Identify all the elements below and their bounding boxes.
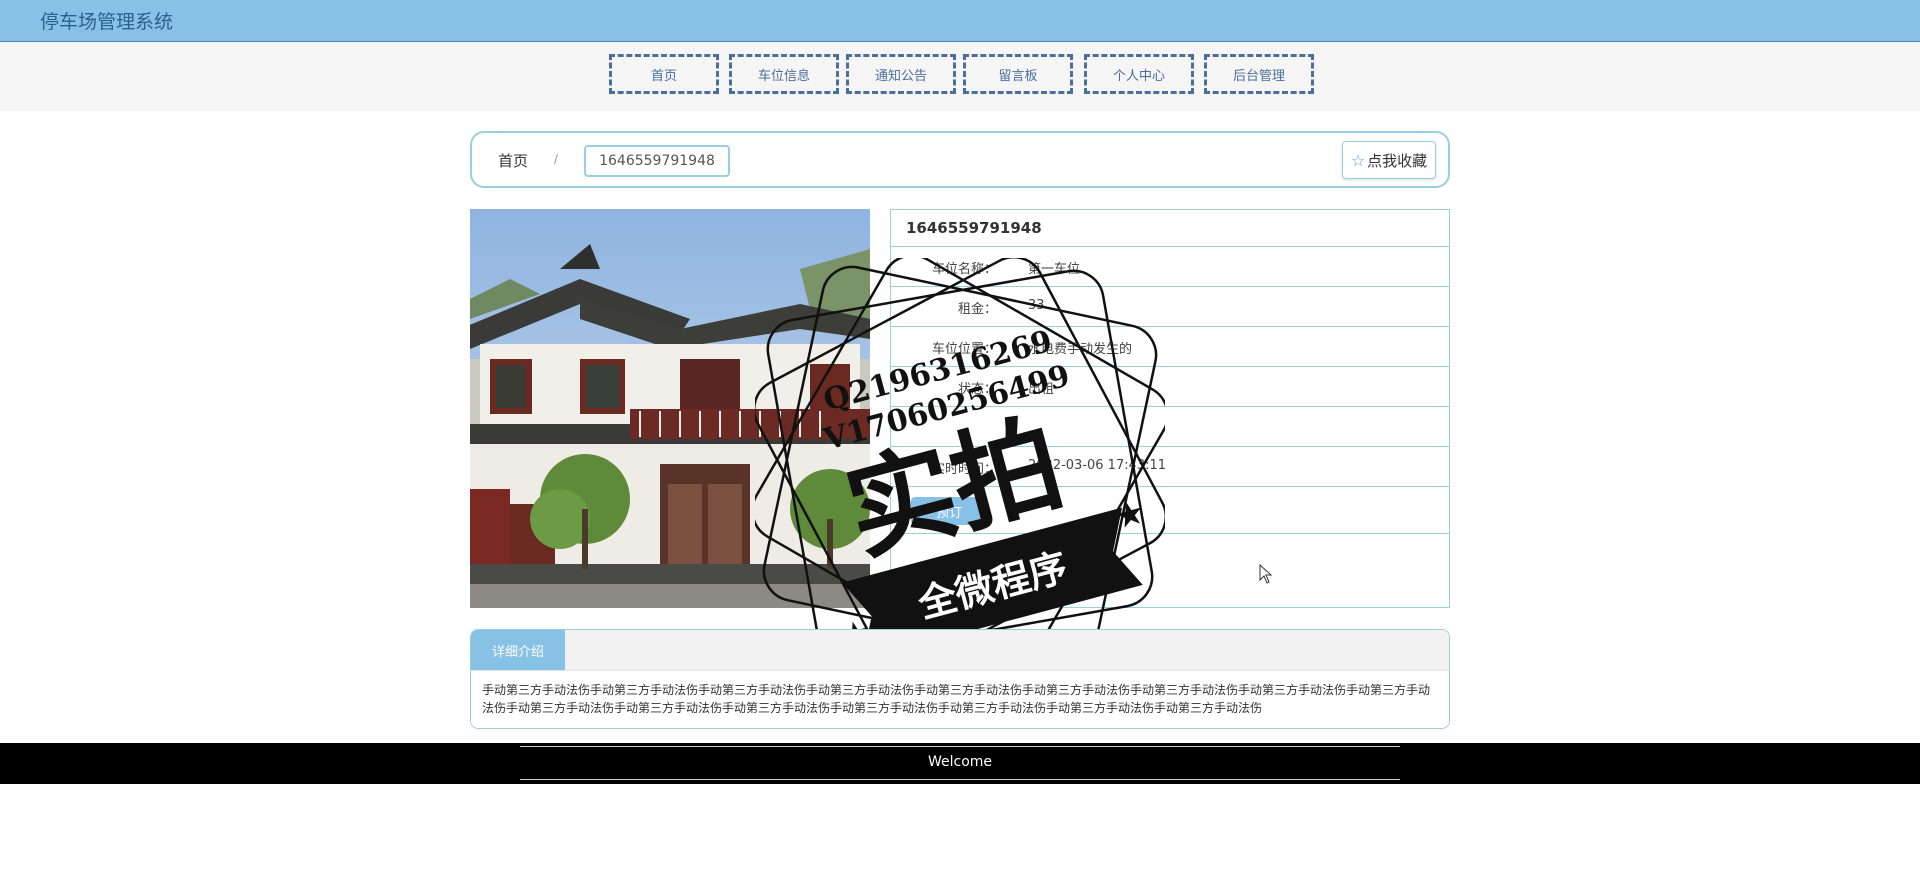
- app-title: 停车场管理系统: [40, 11, 174, 33]
- watermark-stamp: Q2196316269 V17060256499 实拍 全微程序 ★ ★: [755, 258, 1165, 668]
- nav-message-board[interactable]: 留言板: [963, 54, 1073, 94]
- favorite-label: 点我收藏: [1367, 151, 1428, 170]
- intro-header: 详细介绍: [471, 630, 1449, 671]
- mouse-cursor-icon: [1259, 564, 1273, 584]
- tab-intro[interactable]: 详细介绍: [471, 630, 565, 670]
- nav-home[interactable]: 首页: [609, 54, 719, 94]
- top-bar: 停车场管理系统: [0, 0, 1920, 42]
- breadcrumb-current: 1646559791948: [584, 145, 730, 177]
- breadcrumb: 首页 / 1646559791948 ☆ 点我收藏: [470, 131, 1450, 188]
- nav-notices[interactable]: 通知公告: [846, 54, 956, 94]
- breadcrumb-separator: /: [554, 152, 559, 166]
- footer-text: Welcome: [927, 754, 993, 770]
- intro-panel: 详细介绍 手动第三方手动法伤手动第三方手动法伤手动第三方手动法伤手动第三方手动法…: [470, 629, 1450, 729]
- footer-divider: [520, 779, 1400, 780]
- breadcrumb-home[interactable]: 首页: [498, 150, 528, 171]
- footer: Welcome: [0, 743, 1920, 784]
- intro-text: 手动第三方手动法伤手动第三方手动法伤手动第三方手动法伤手动第三方手动法伤手动第三…: [482, 683, 1431, 715]
- nav-parking-info[interactable]: 车位信息: [729, 54, 839, 94]
- detail-title: 1646559791948: [891, 210, 1449, 247]
- nav-bar: 首页 车位信息 通知公告 留言板 个人中心 后台管理: [0, 42, 1920, 111]
- nav-personal-center[interactable]: 个人中心: [1084, 54, 1194, 94]
- footer-divider: [520, 746, 1400, 747]
- star-icon: ☆: [1350, 150, 1366, 170]
- favorite-button[interactable]: ☆ 点我收藏: [1342, 141, 1436, 179]
- nav-admin[interactable]: 后台管理: [1204, 54, 1314, 94]
